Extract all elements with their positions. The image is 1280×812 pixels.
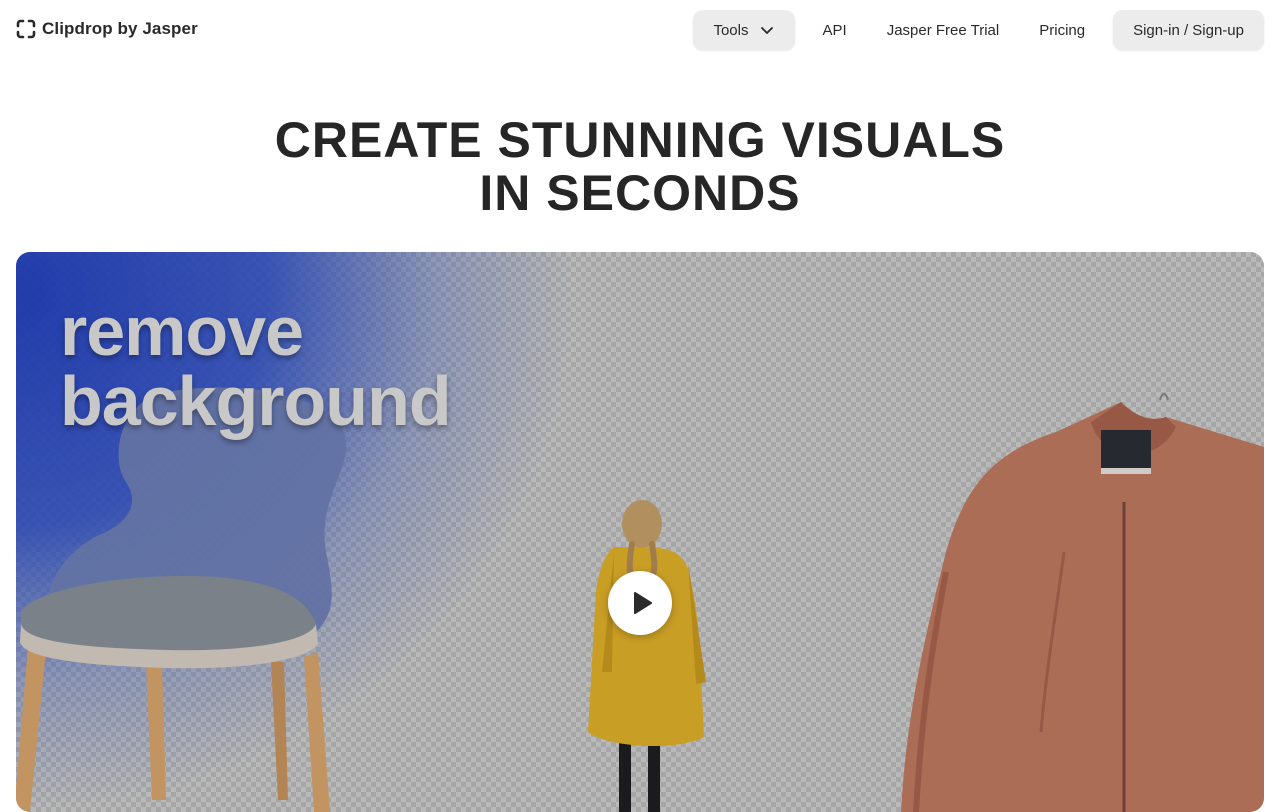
play-icon (634, 592, 652, 614)
chevron-down-icon (760, 27, 773, 34)
play-video-button[interactable] (608, 571, 672, 635)
clipdrop-logo-icon (16, 19, 36, 39)
hero-title-line-1: CREATE STUNNING VISUALS (274, 112, 1006, 168)
nav-link-api[interactable]: API (803, 10, 867, 50)
signin-signup-button[interactable]: Sign-in / Sign-up (1113, 10, 1264, 50)
nav-link-jasper-free-trial[interactable]: Jasper Free Trial (867, 10, 1020, 50)
video-caption-line-2: background (60, 362, 452, 440)
hero-title-line-2: IN SECONDS (479, 165, 801, 221)
site-header: Clipdrop by Jasper Tools API Jasper Free… (0, 0, 1280, 60)
top-nav: Tools API Jasper Free Trial Pricing Sign… (693, 10, 1264, 50)
brand-name: Clipdrop by Jasper (42, 19, 198, 38)
tools-menu-button[interactable]: Tools (693, 10, 795, 50)
hero-title: CREATE STUNNING VISUALS IN SECONDS (0, 114, 1280, 220)
brand-logo-link[interactable]: Clipdrop by Jasper (16, 19, 198, 39)
video-caption-line-1: remove (60, 292, 304, 370)
nav-link-pricing[interactable]: Pricing (1019, 10, 1105, 50)
video-caption: remove background (60, 292, 452, 440)
hero-video-preview[interactable]: remove background (16, 252, 1264, 812)
tools-label: Tools (713, 21, 749, 39)
